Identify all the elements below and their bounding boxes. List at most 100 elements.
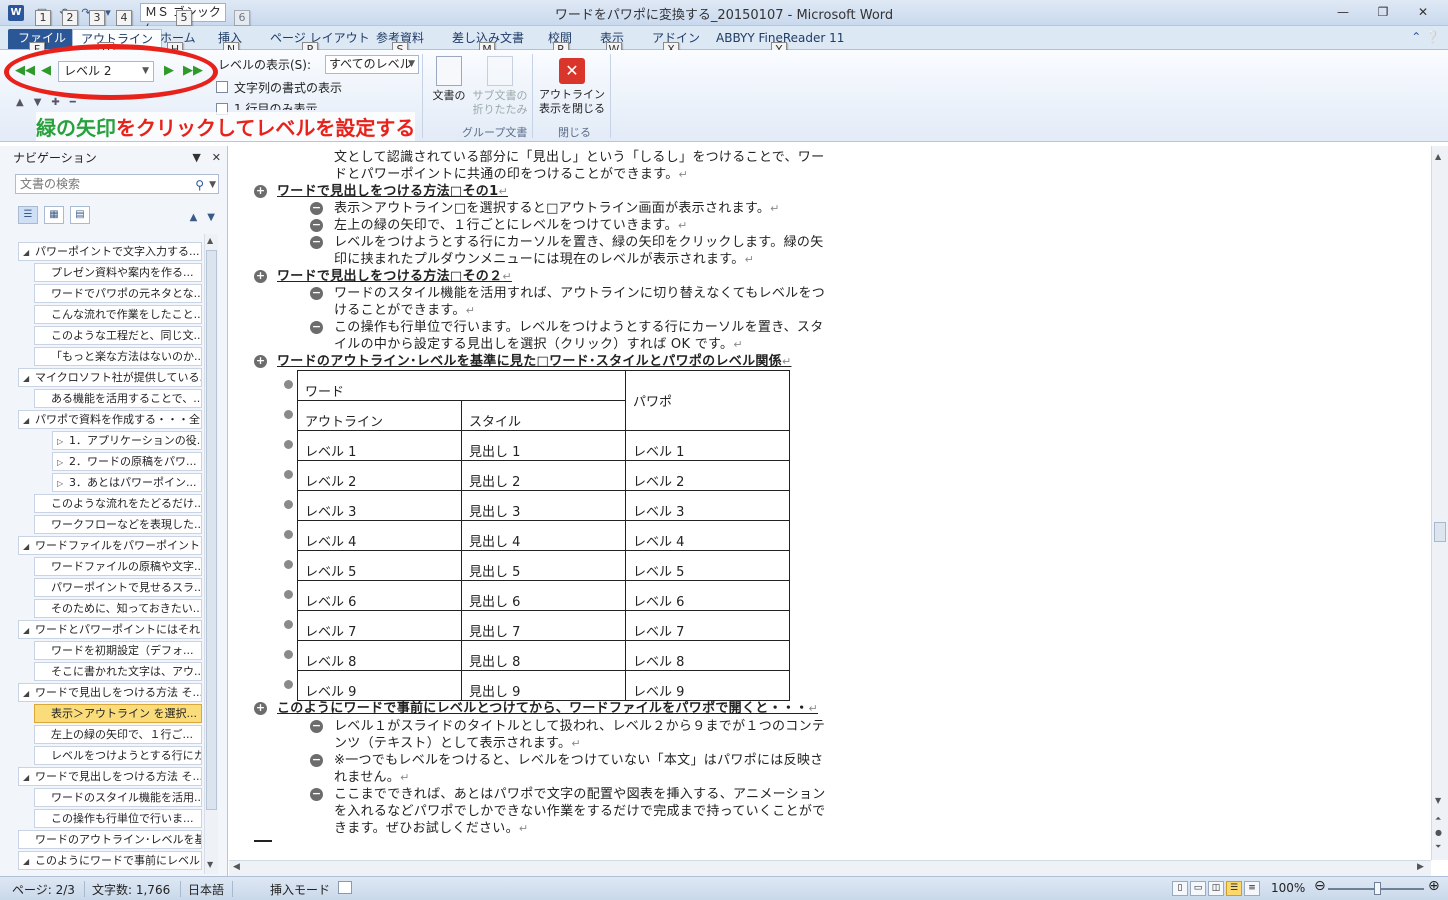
outline-body-text[interactable]: ここまでできれば、あとはパワポで文字の配置や図表を挿入する、アニメーション bbox=[334, 786, 826, 803]
view-web-layout-icon[interactable]: ◫ bbox=[1208, 881, 1224, 896]
nav-heading-item[interactable]: この操作も行単位で行いま... bbox=[34, 809, 202, 828]
table-header-outline[interactable]: アウトライン bbox=[297, 400, 462, 431]
heading-prev-next-icon[interactable]: ▲ ▼ bbox=[190, 208, 215, 223]
expand-triangle-icon[interactable]: ◢ bbox=[23, 769, 35, 785]
expand-triangle-icon[interactable]: ◢ bbox=[23, 853, 35, 869]
scroll-up-icon[interactable]: ▲ bbox=[1435, 152, 1441, 161]
browse-results-icon[interactable]: ▤ bbox=[70, 206, 90, 224]
table-cell[interactable]: レベル 4 bbox=[297, 520, 462, 551]
nav-heading-item[interactable]: ワードのスタイル機能を活用... bbox=[34, 788, 202, 807]
nav-heading-item[interactable]: ワードでパワポの元ネタとな... bbox=[34, 284, 202, 303]
nav-heading-item[interactable]: ◢ パワーポイントで文字入力する... bbox=[18, 242, 202, 261]
outline-expand-icon[interactable]: + bbox=[254, 270, 267, 283]
outline-expand-icon[interactable]: + bbox=[254, 185, 267, 198]
table-cell[interactable]: レベル 6 bbox=[625, 580, 790, 611]
table-cell[interactable]: 見出し 1 bbox=[461, 430, 626, 461]
outline-body-text[interactable]: けることができます。↵ bbox=[334, 302, 475, 319]
table-cell[interactable]: 見出し 3 bbox=[461, 490, 626, 521]
show-document-button[interactable]: 文書の 表示 bbox=[428, 56, 470, 103]
scroll-down-icon[interactable]: ▼ bbox=[1435, 796, 1441, 805]
document-vertical-scrollbar[interactable]: ▲ ▼ ⏶ ● ⏷ bbox=[1431, 146, 1448, 860]
table-cell[interactable]: 見出し 9 bbox=[461, 670, 626, 701]
navigation-scrollbar[interactable]: ▲ ▼ bbox=[204, 234, 218, 874]
browse-pages-icon[interactable]: ▦ bbox=[44, 206, 64, 224]
show-text-format-checkbox[interactable] bbox=[216, 81, 228, 93]
nav-heading-item[interactable]: ある機能を活用することで、... bbox=[34, 389, 202, 408]
expand-triangle-icon[interactable]: ◢ bbox=[23, 622, 35, 638]
view-outline-icon[interactable]: ☰ bbox=[1226, 881, 1242, 896]
table-cell[interactable]: 見出し 7 bbox=[461, 610, 626, 641]
outline-body-icon[interactable]: − bbox=[310, 236, 323, 249]
zoom-out-icon[interactable]: ⊖ bbox=[1314, 878, 1326, 894]
expand-triangle-icon[interactable]: ▷ bbox=[57, 454, 69, 470]
zoom-level[interactable]: 100% bbox=[1271, 881, 1305, 895]
expand-triangle-icon[interactable]: ◢ bbox=[23, 370, 35, 386]
table-cell[interactable]: レベル 7 bbox=[625, 610, 790, 641]
expand-triangle-icon[interactable]: ◢ bbox=[23, 412, 35, 428]
outline-heading[interactable]: ワードのアウトライン･レベルを基準に見た□ワード･スタイルとパワポのレベル関係↵ bbox=[277, 353, 792, 370]
scroll-up-icon[interactable]: ▲ bbox=[207, 236, 213, 245]
view-print-layout-icon[interactable]: ▯ bbox=[1172, 881, 1188, 896]
table-cell[interactable]: レベル 5 bbox=[297, 550, 462, 581]
prev-page-icon[interactable]: ⏶ bbox=[1435, 814, 1441, 824]
table-cell[interactable]: レベル 1 bbox=[625, 430, 790, 461]
show-level-select[interactable]: すべてのレベル ▼ bbox=[325, 55, 419, 74]
outline-body-text[interactable]: ドとパワーポイントに共通の印をつけることができます。↵ bbox=[334, 166, 688, 183]
outline-body-text[interactable]: れません。↵ bbox=[334, 769, 410, 786]
minimize-button[interactable]: — bbox=[1324, 2, 1362, 22]
nav-heading-item[interactable]: このような流れをたどるだけ... bbox=[34, 494, 202, 513]
nav-heading-item[interactable]: ◢ ワードとパワーポイントにはそれ... bbox=[18, 620, 202, 639]
nav-heading-item[interactable]: このような工程だと、同じ文... bbox=[34, 326, 202, 345]
outline-body-text[interactable]: 文として認識されている部分に「見出し」という「しるし」をつけることで、ワー bbox=[334, 149, 824, 166]
document-search-input[interactable]: 文書の検索 ⚲ ▼ bbox=[15, 174, 219, 194]
view-full-screen-reading-icon[interactable]: ▭ bbox=[1190, 881, 1206, 896]
outline-body-icon[interactable]: − bbox=[310, 287, 323, 300]
outline-body-text[interactable]: 表示＞アウトライン□を選択すると□アウトライン画面が表示されます。↵ bbox=[334, 200, 780, 217]
nav-heading-item[interactable]: ▷ 3．あとはパワーポイン... bbox=[52, 473, 202, 492]
table-cell[interactable]: 見出し 6 bbox=[461, 580, 626, 611]
next-page-icon[interactable]: ⏷ bbox=[1435, 842, 1441, 852]
nav-heading-item[interactable]: ワードファイルの原稿や文字... bbox=[34, 557, 202, 576]
table-cell[interactable]: レベル 2 bbox=[625, 460, 790, 491]
nav-heading-item[interactable]: ◢ ワードで見出しをつける方法 そ... bbox=[18, 683, 202, 702]
macro-record-icon[interactable] bbox=[338, 881, 352, 894]
table-cell[interactable]: レベル 8 bbox=[297, 640, 462, 671]
nav-heading-item[interactable]: パワーポイントで見せるスラ... bbox=[34, 578, 202, 597]
table-header-ppt[interactable]: パワポ bbox=[625, 370, 790, 431]
nav-heading-item[interactable]: ▷ 1．アプリケーションの役... bbox=[52, 431, 202, 450]
outline-body-text[interactable]: 印に挟まれたプルダウンメニューには現在のレベルが表示されます。↵ bbox=[334, 251, 754, 268]
outline-body-icon[interactable]: − bbox=[310, 720, 323, 733]
scroll-right-icon[interactable]: ▶ bbox=[1417, 862, 1424, 872]
outline-body-text[interactable]: レベルをつけようとする行にカーソルを置き、緑の矢印をクリックします。緑の矢 bbox=[334, 234, 824, 251]
nav-heading-item[interactable]: ◢ワードファイルをパワーポイントで... bbox=[18, 536, 202, 555]
outline-body-text[interactable]: レベル１がスライドのタイトルとして扱われ、レベル２から９までが１つのコンテ bbox=[334, 718, 825, 735]
status-insert-mode[interactable]: 挿入モード bbox=[270, 881, 330, 898]
table-cell[interactable]: レベル 1 bbox=[297, 430, 462, 461]
outline-body-text[interactable]: この操作も行単位で行います。レベルをつけようとする行にカーソルを置き、スタ bbox=[334, 319, 824, 336]
nav-heading-item[interactable]: ワークフローなどを表現した... bbox=[34, 515, 202, 534]
expand-triangle-icon[interactable]: ◢ bbox=[23, 244, 35, 260]
nav-heading-item[interactable]: ▷ 2．ワードの原稿をパワ... bbox=[52, 452, 202, 471]
scroll-down-icon[interactable]: ▼ bbox=[207, 860, 213, 869]
table-cell[interactable]: レベル 9 bbox=[625, 670, 790, 701]
outline-body-text[interactable]: きます。ぜひお試しください。↵ bbox=[334, 820, 528, 837]
nav-heading-item[interactable]: ◢ このようにワードで事前にレベル... bbox=[18, 851, 202, 870]
table-cell[interactable]: レベル 3 bbox=[297, 490, 462, 521]
nav-heading-item[interactable]: 左上の緑の矢印で、１行ご... bbox=[34, 725, 202, 744]
close-window-button[interactable]: ✕ bbox=[1404, 2, 1442, 22]
navigation-scroll-thumb[interactable] bbox=[206, 250, 217, 810]
nav-heading-item[interactable]: プレゼン資料や案内を作る... bbox=[34, 263, 202, 282]
expand-triangle-icon[interactable]: ◢ bbox=[23, 538, 35, 554]
close-outline-view-button[interactable]: ✕ アウトライン 表示を閉じる bbox=[538, 58, 606, 116]
outline-heading[interactable]: このようにワードで事前にレベルとつけてから、ワードファイルをパワポで開くと・・・… bbox=[277, 700, 818, 717]
nav-heading-item[interactable]: ◢ ワードで見出しをつける方法 そ... bbox=[18, 767, 202, 786]
outline-heading[interactable]: ワードで見出しをつける方法□その1↵ bbox=[277, 183, 508, 200]
expand-triangle-icon[interactable]: ▷ bbox=[57, 433, 69, 449]
outline-body-text[interactable]: を入れるなどパワポでしかできない作業をするだけで完成まで持っていくことがで bbox=[334, 803, 825, 820]
nav-heading-item[interactable]: ◢ マイクロソフト社が提供している... bbox=[18, 368, 202, 387]
outline-body-icon[interactable]: − bbox=[310, 321, 323, 334]
table-cell[interactable]: レベル 3 bbox=[625, 490, 790, 521]
outline-body-icon[interactable]: − bbox=[310, 788, 323, 801]
navigation-pane-controls[interactable]: ▼ ✕ bbox=[192, 149, 221, 165]
table-cell[interactable]: レベル 2 bbox=[297, 460, 462, 491]
